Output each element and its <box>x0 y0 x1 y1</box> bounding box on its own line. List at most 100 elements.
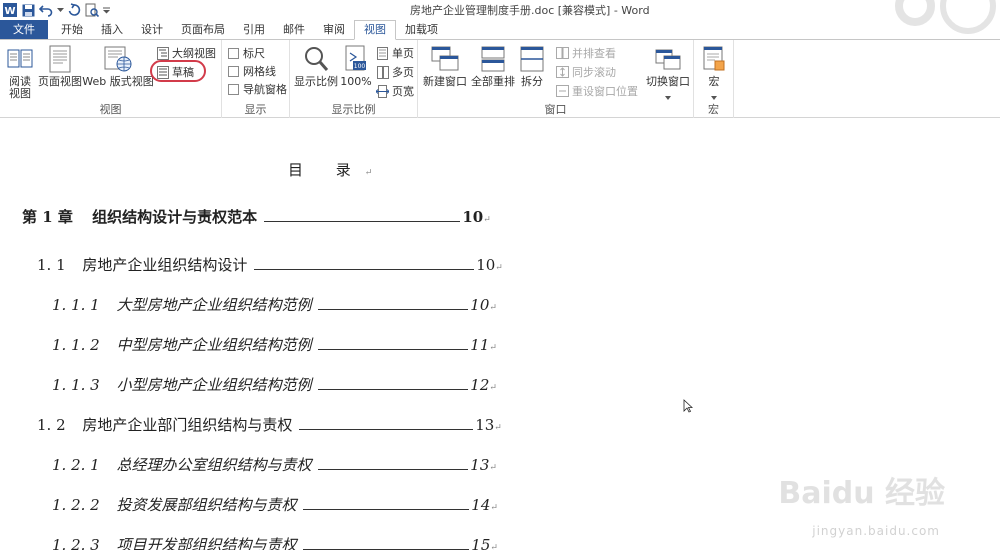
toc-entry[interactable]: 1. 1. 1 大型房地产企业组织结构范例 10↵ <box>52 294 497 315</box>
toc-entry[interactable]: 1. 1 房地产企业组织结构设计 10↵ <box>37 254 503 275</box>
word-logo-icon[interactable]: W <box>2 2 18 18</box>
one-page-button[interactable]: 单页 <box>376 44 414 62</box>
tab-mailings[interactable]: 邮件 <box>274 20 314 40</box>
page-width-button[interactable]: 页宽 <box>376 82 414 100</box>
nav-pane-checkbox-box[interactable] <box>228 83 239 95</box>
zoom-label: 显示比例 <box>294 75 338 88</box>
web-layout-label: Web 版式视图 <box>82 75 154 88</box>
tab-references[interactable]: 引用 <box>234 20 274 40</box>
switch-windows-button[interactable]: 切换窗口 <box>644 44 692 103</box>
ruler-checkbox-box[interactable] <box>228 47 239 59</box>
new-window-icon <box>430 44 460 74</box>
toc-leader <box>254 256 475 270</box>
web-layout-button[interactable]: Web 版式视图 <box>82 44 154 88</box>
zoom-100-icon: 100 <box>341 44 371 74</box>
sync-scroll-button[interactable]: 同步滚动 <box>556 63 616 81</box>
tab-page-layout[interactable]: 页面布局 <box>172 20 234 40</box>
side-by-side-button[interactable]: 并排查看 <box>556 44 616 62</box>
toc-entry[interactable]: 第 1 章 组织结构设计与责权范本 10↵ <box>22 206 491 227</box>
redo-icon[interactable] <box>66 2 82 18</box>
toc-entry[interactable]: 1. 2 房地产企业部门组织结构与责权 13↵ <box>37 414 502 435</box>
document-area[interactable]: 目 录↵ 第 1 章 组织结构设计与责权范本 10↵ 1. 1 房地产企业组织结… <box>0 119 1000 550</box>
read-mode-button[interactable]: 阅读 视图 <box>4 44 36 100</box>
paragraph-mark: ↵ <box>490 503 498 513</box>
toc-leader <box>318 376 469 390</box>
tab-review[interactable]: 审阅 <box>314 20 354 40</box>
multi-page-button[interactable]: 多页 <box>376 63 414 81</box>
macros-icon <box>699 44 729 74</box>
ruler-checkbox[interactable]: 标尺 <box>228 44 265 62</box>
toc-entry[interactable]: 1. 2. 3 项目开发部组织结构与责权 15↵ <box>52 534 498 550</box>
tab-home[interactable]: 开始 <box>52 20 92 40</box>
tab-addins[interactable]: 加载项 <box>396 20 447 40</box>
gridlines-checkbox[interactable]: 网格线 <box>228 62 276 80</box>
magnifier-icon <box>301 44 331 74</box>
print-layout-label: 页面视图 <box>38 75 82 88</box>
svg-text:W: W <box>4 6 15 17</box>
toc-entry[interactable]: 1. 1. 2 中型房地产企业组织结构范例 11↵ <box>52 334 497 355</box>
paragraph-mark: ↵ <box>489 303 497 313</box>
paragraph-mark: ↵ <box>489 383 497 393</box>
toc-entry[interactable]: 1. 2. 2 投资发展部组织结构与责权 14↵ <box>52 494 498 515</box>
paragraph-mark: ↵ <box>364 168 373 178</box>
toc-leader <box>318 336 469 350</box>
reset-window-position-label: 重设窗口位置 <box>572 85 638 98</box>
page-width-label: 页宽 <box>392 85 414 98</box>
watermark-url: jingyan.baidu.com <box>812 524 940 538</box>
zoom-100-button[interactable]: 100 100% <box>340 44 372 88</box>
toc-entry[interactable]: 1. 1. 3 小型房地产企业组织结构范例 12↵ <box>52 374 497 395</box>
paragraph-mark: ↵ <box>483 215 491 225</box>
arrange-all-button[interactable]: 全部重排 <box>470 44 516 88</box>
tab-insert[interactable]: 插入 <box>92 20 132 40</box>
paragraph-mark: ↵ <box>489 463 497 473</box>
macros-button[interactable]: 宏 <box>698 44 730 103</box>
nav-pane-checkbox[interactable]: 导航窗格 <box>228 80 287 98</box>
print-preview-icon[interactable] <box>84 2 100 18</box>
zoom-button[interactable]: 显示比例 <box>294 44 338 88</box>
toc-entry[interactable]: 1. 2. 1 总经理办公室组织结构与责权 13↵ <box>52 454 497 475</box>
reset-window-position-button[interactable]: 重设窗口位置 <box>556 82 638 100</box>
paragraph-mark: ↵ <box>489 343 497 353</box>
undo-icon[interactable] <box>38 2 54 18</box>
toc-title: 目 录↵ <box>288 161 373 179</box>
svg-text:100: 100 <box>354 63 366 70</box>
side-by-side-label: 并排查看 <box>572 47 616 60</box>
outline-icon <box>156 46 169 60</box>
group-zoom: 显示比例 100 100% 单页 多页 页宽 显示比例 <box>290 40 418 118</box>
new-window-button[interactable]: 新建窗口 <box>422 44 468 88</box>
draft-highlight-ring <box>150 60 206 82</box>
split-label: 拆分 <box>521 75 543 88</box>
group-show: 标尺 网格线 导航窗格 显示 <box>222 40 290 118</box>
new-window-label: 新建窗口 <box>423 75 467 88</box>
tab-design[interactable]: 设计 <box>132 20 172 40</box>
mouse-cursor-icon <box>683 399 694 416</box>
ribbon-tabs: 文件 开始 插入 设计 页面布局 引用 邮件 审阅 视图 加载项 <box>0 20 1000 40</box>
read-mode-label: 阅读 视图 <box>9 75 31 100</box>
paragraph-mark: ↵ <box>494 423 502 433</box>
gridlines-label: 网格线 <box>243 65 276 78</box>
one-page-label: 单页 <box>392 47 414 60</box>
tab-view[interactable]: 视图 <box>354 20 396 40</box>
gridlines-checkbox-box[interactable] <box>228 65 239 77</box>
web-layout-icon <box>103 44 133 74</box>
title-bar: W 房地产企业管理制度手册.doc [兼容模式] - Word <box>0 0 1000 34</box>
save-icon[interactable] <box>20 2 36 18</box>
paragraph-mark: ↵ <box>490 543 498 550</box>
toc-leader <box>303 496 470 510</box>
macros-label: 宏 <box>708 75 720 88</box>
group-show-label: 显示 <box>244 103 267 116</box>
tab-file[interactable]: 文件 <box>0 20 48 40</box>
undo-dropdown-icon[interactable] <box>56 2 64 18</box>
side-by-side-icon <box>556 47 569 60</box>
print-layout-button[interactable]: 页面视图 <box>38 44 82 88</box>
split-icon <box>517 44 547 74</box>
toc-leader <box>264 208 461 222</box>
arrange-all-icon <box>478 44 508 74</box>
toc-leader <box>299 416 474 430</box>
watermark-logo: Baidu 经验 <box>778 476 945 511</box>
split-button[interactable]: 拆分 <box>518 44 546 88</box>
print-layout-icon <box>45 44 75 74</box>
page-width-icon <box>376 84 389 98</box>
quick-access-toolbar: W <box>2 1 110 19</box>
customize-icon[interactable] <box>102 2 110 18</box>
